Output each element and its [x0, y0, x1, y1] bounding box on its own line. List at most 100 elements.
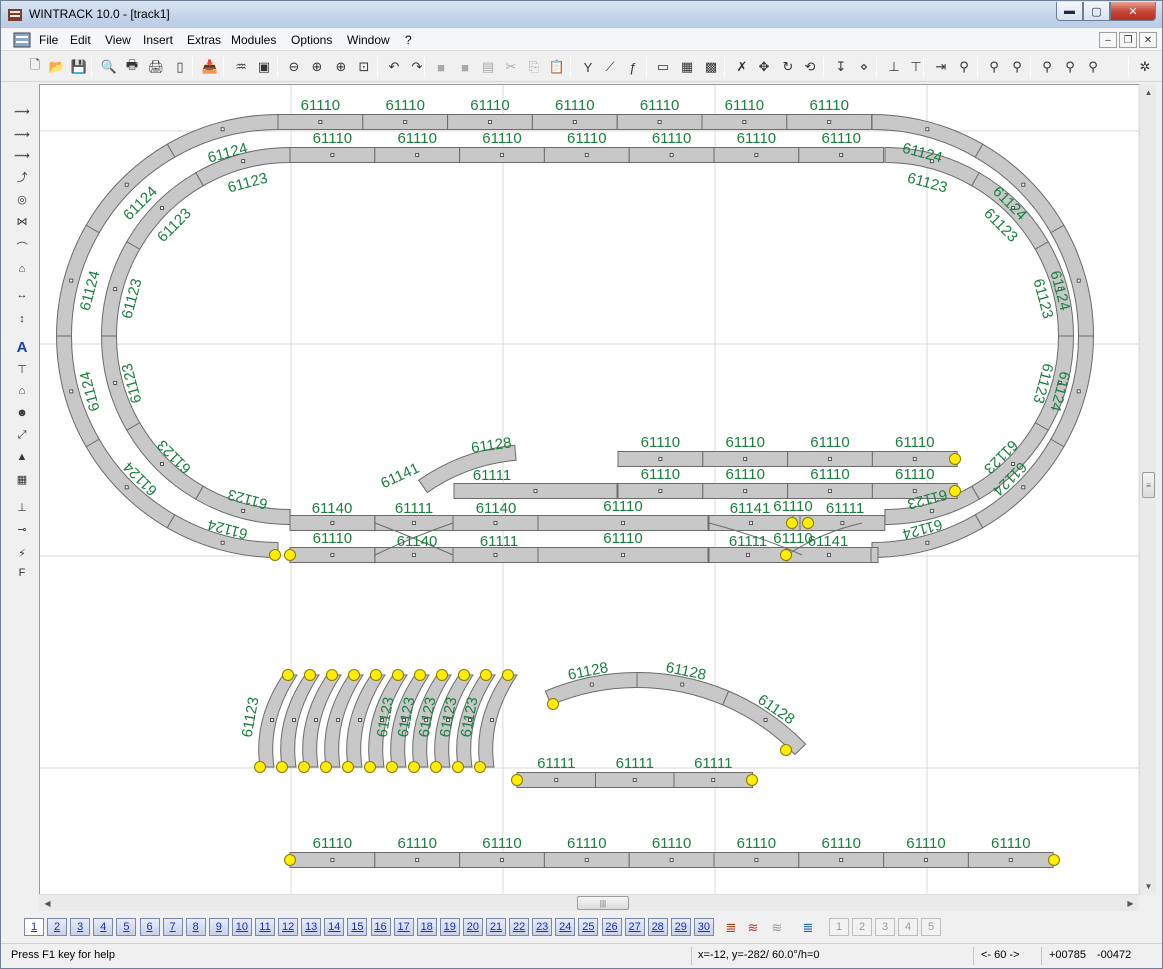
- page-tab-3[interactable]: 3: [70, 918, 91, 936]
- menu-edit[interactable]: Edit: [70, 33, 91, 47]
- module-a-icon[interactable]: ■: [431, 57, 451, 77]
- terrain-icon[interactable]: ▦: [11, 469, 33, 489]
- measure-d-icon[interactable]: ⚲: [1037, 57, 1057, 77]
- page-tab-4[interactable]: 4: [93, 918, 114, 936]
- vertical-scroll-thumb[interactable]: ≡: [1142, 472, 1155, 498]
- page-tab-13[interactable]: 13: [301, 918, 322, 936]
- copy-icon[interactable]: ⎘: [524, 57, 544, 77]
- page-tab-1[interactable]: 1: [24, 918, 44, 936]
- figure-icon[interactable]: ☻: [11, 403, 33, 423]
- flex-track-curve-icon[interactable]: ⟿: [11, 124, 33, 144]
- transition-icon[interactable]: ⤴: [11, 167, 33, 187]
- bridge-icon[interactable]: ⌒: [11, 237, 33, 257]
- print-setup-icon[interactable]: 🖨: [146, 57, 166, 77]
- title-bar[interactable]: WINTRACK 10.0 - [track1] ▬ ▢ ✕: [1, 1, 1162, 28]
- height-icon[interactable]: ↕: [11, 309, 33, 329]
- page-tab-22[interactable]: 22: [509, 918, 530, 936]
- ramp-icon[interactable]: ⤢: [11, 425, 33, 445]
- layer-blue-icon[interactable]: ≣: [798, 918, 818, 938]
- extra-page-5[interactable]: 5: [921, 918, 941, 936]
- flex-track-icon[interactable]: ⟿: [11, 101, 33, 121]
- turntable-icon[interactable]: ◎: [11, 189, 33, 209]
- menu-view[interactable]: View: [105, 33, 131, 47]
- grade-icon[interactable]: ⊸: [11, 519, 33, 539]
- page-tab-9[interactable]: 9: [208, 918, 229, 936]
- page-tab-2[interactable]: 2: [47, 918, 68, 936]
- measure-b-icon[interactable]: ⚲: [984, 57, 1004, 77]
- track-layout-drawing[interactable]: 61110 61110 61110 61110 61110 61110 6111061124…: [40, 85, 1143, 895]
- zoom-area-icon[interactable]: ⊕: [331, 57, 351, 77]
- extra-page-4[interactable]: 4: [898, 918, 918, 936]
- print-icon[interactable]: 🖶: [122, 57, 142, 77]
- minimize-button[interactable]: ▬: [1056, 2, 1083, 21]
- curve-select-icon[interactable]: ⟋: [600, 57, 620, 77]
- horizontal-scroll-thumb[interactable]: |||: [577, 896, 629, 910]
- signal-icon[interactable]: ⊤: [11, 359, 33, 379]
- connect-icon[interactable]: ⋄: [854, 57, 874, 77]
- flex-icon[interactable]: ƒ: [623, 57, 643, 77]
- wintrack-app-icon[interactable]: [7, 7, 23, 23]
- extra-page-3[interactable]: 3: [875, 918, 895, 936]
- rotate-icon[interactable]: ↻: [778, 57, 798, 77]
- page-tab-18[interactable]: 18: [416, 918, 437, 936]
- scroll-up-icon[interactable]: ▲: [1140, 84, 1157, 101]
- scroll-right-icon[interactable]: ▶: [1122, 895, 1139, 912]
- layer-b-icon[interactable]: ▦: [677, 57, 697, 77]
- extra-page-2[interactable]: 2: [852, 918, 872, 936]
- page-tab-8[interactable]: 8: [185, 918, 206, 936]
- menu-options[interactable]: Options: [291, 33, 332, 47]
- page-tab-24[interactable]: 24: [555, 918, 576, 936]
- landscape-icon[interactable]: ▣: [254, 57, 274, 77]
- menu-window[interactable]: Window: [347, 33, 390, 47]
- page-icon[interactable]: ▯: [170, 57, 190, 77]
- page-tab-6[interactable]: 6: [139, 918, 160, 936]
- crossing-icon[interactable]: ⋈: [11, 211, 33, 231]
- menu-insert[interactable]: Insert: [143, 33, 173, 47]
- export-icon[interactable]: 📥: [200, 57, 220, 77]
- page-tab-15[interactable]: 15: [347, 918, 368, 936]
- flex-track-angle-icon[interactable]: ⟿: [11, 145, 33, 165]
- measure-e-icon[interactable]: ⚲: [1060, 57, 1080, 77]
- document-icon[interactable]: [13, 32, 31, 48]
- wiring-icon[interactable]: ⚡: [11, 543, 33, 563]
- landscape-icon[interactable]: ▲: [11, 447, 33, 467]
- layer-stack-icon[interactable]: ≣: [721, 918, 741, 938]
- delete-track-icon[interactable]: ✗: [732, 57, 752, 77]
- mdi-close-button[interactable]: ✕: [1139, 32, 1157, 48]
- mdi-minimize-button[interactable]: –: [1099, 32, 1117, 48]
- scroll-down-icon[interactable]: ▼: [1140, 878, 1157, 895]
- layer-red-icon[interactable]: ≋: [743, 918, 763, 938]
- page-tab-19[interactable]: 19: [439, 918, 460, 936]
- zoom-in-icon[interactable]: ⊕: [307, 57, 327, 77]
- page-tab-12[interactable]: 12: [278, 918, 299, 936]
- length-icon[interactable]: ↔: [11, 285, 33, 305]
- page-tab-29[interactable]: 29: [670, 918, 691, 936]
- print-preview-icon[interactable]: 🔍: [99, 57, 119, 77]
- measure-c-icon[interactable]: ⚲: [1007, 57, 1027, 77]
- close-button[interactable]: ✕: [1110, 2, 1156, 21]
- measure-f-icon[interactable]: ⚲: [1083, 57, 1103, 77]
- track-list-icon[interactable]: ♒: [231, 57, 251, 77]
- page-tab-5[interactable]: 5: [116, 918, 137, 936]
- vertical-scrollbar[interactable]: ▲ ≡ ▼: [1139, 84, 1156, 895]
- building-icon[interactable]: ⌂: [11, 381, 33, 401]
- text-icon[interactable]: A: [11, 337, 33, 357]
- settings-icon[interactable]: ✲: [1135, 57, 1155, 77]
- paste-icon[interactable]: 📋: [547, 57, 567, 77]
- move-icon[interactable]: ✥: [754, 57, 774, 77]
- page-tab-28[interactable]: 28: [647, 918, 668, 936]
- track-height-icon[interactable]: ⊥: [11, 497, 33, 517]
- insert-icon[interactable]: ↧: [831, 57, 851, 77]
- undo-icon[interactable]: ↶: [384, 57, 404, 77]
- page-tab-16[interactable]: 16: [370, 918, 391, 936]
- page-tab-26[interactable]: 26: [601, 918, 622, 936]
- page-tab-7[interactable]: 7: [162, 918, 183, 936]
- extra-page-1[interactable]: 1: [829, 918, 849, 936]
- measure-a-icon[interactable]: ⚲: [954, 57, 974, 77]
- layer-grey-icon[interactable]: ≋: [767, 918, 787, 938]
- scroll-left-icon[interactable]: ◀: [39, 895, 56, 912]
- tunnel-icon[interactable]: ⌂: [11, 259, 33, 279]
- open-folder-icon[interactable]: 📂: [47, 57, 67, 77]
- page-tab-21[interactable]: 21: [486, 918, 506, 936]
- mdi-restore-button[interactable]: ❐: [1119, 32, 1137, 48]
